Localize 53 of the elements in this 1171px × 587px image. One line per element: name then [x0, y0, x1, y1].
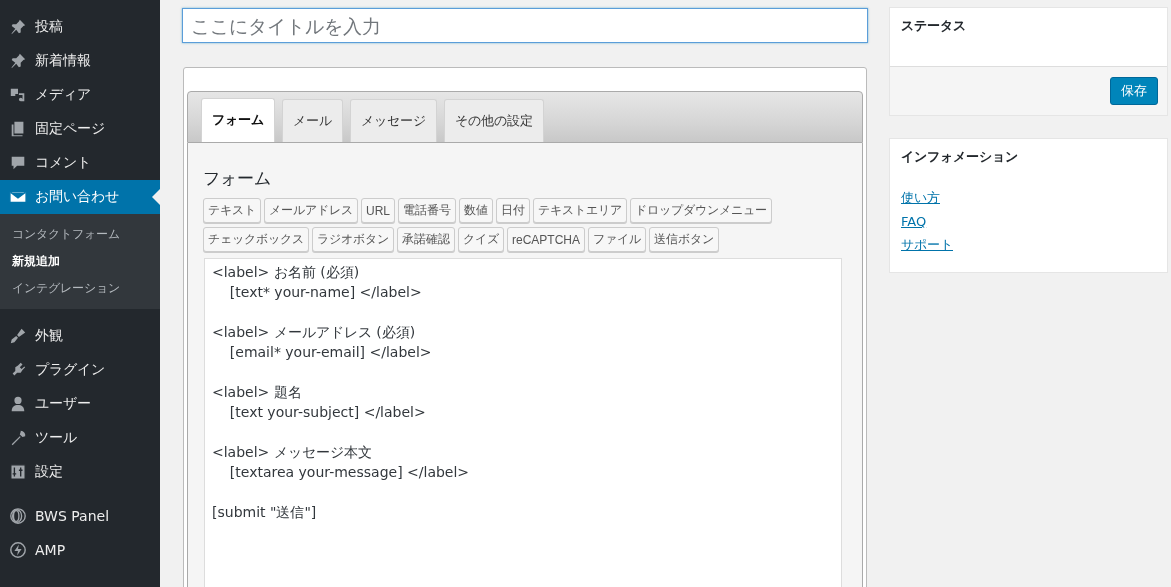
tag-button[interactable]: チェックボックス — [203, 227, 309, 252]
menu-item[interactable]: コメント — [0, 146, 160, 180]
panel-heading: フォーム — [203, 167, 272, 190]
help-link[interactable]: 使い方 — [901, 189, 940, 207]
save-button[interactable]: 保存 — [1110, 77, 1158, 105]
menu-item[interactable]: ツール — [0, 421, 160, 455]
tab[interactable]: その他の設定 — [444, 99, 544, 142]
submenu-item[interactable]: 新規追加 — [0, 248, 160, 275]
bolt-icon — [9, 541, 27, 559]
tag-button[interactable]: ラジオボタン — [312, 227, 394, 252]
pin-icon — [9, 18, 27, 36]
tag-button[interactable]: テキストエリア — [533, 198, 627, 223]
tag-button[interactable]: クイズ — [458, 227, 504, 252]
box-title: ステータス — [900, 17, 967, 35]
tag-button[interactable]: メールアドレス — [264, 198, 358, 223]
form-code-field[interactable]: <label> お名前 (必須) [text* your-name] </label> <label> メールアドレス (必須) [email* your-email] </label> <label> 題名 [text your-subject] </label> <label> メッセージ本文 [textarea your-message] </label> [submit "送信"] — [204, 258, 842, 587]
submenu-item[interactable]: コンタクトフォーム — [0, 221, 160, 248]
help-link[interactable]: サポート — [901, 236, 953, 254]
title-field[interactable]: ここにタイトルを入力 — [182, 8, 868, 43]
pin-icon — [9, 52, 27, 70]
tag-button[interactable]: 数値 — [459, 198, 493, 223]
tab[interactable]: メッセージ — [350, 99, 437, 142]
tag-button[interactable]: 電話番号 — [398, 198, 456, 223]
brush-icon — [9, 327, 27, 345]
help-link[interactable]: FAQ — [901, 214, 927, 229]
media-icon — [9, 86, 27, 104]
sliders-icon — [9, 463, 27, 481]
menu-item[interactable]: AMP — [0, 533, 160, 567]
menu-item[interactable]: 固定ページ — [0, 112, 160, 146]
menu-item[interactable]: プラグイン — [0, 353, 160, 387]
submenu-item[interactable]: インテグレーション — [0, 275, 160, 302]
box-title: インフォメーション — [900, 148, 1019, 166]
tag-button[interactable]: 日付 — [496, 198, 530, 223]
menu-item[interactable]: ユーザー — [0, 387, 160, 421]
menu-item[interactable]: 設定 — [0, 455, 160, 489]
tag-button[interactable]: ファイル — [588, 227, 646, 252]
tab[interactable]: メール — [282, 99, 343, 142]
wrench-icon — [9, 429, 27, 447]
menu-item[interactable]: BWS Panel — [0, 499, 160, 533]
tab[interactable]: フォーム — [201, 98, 275, 142]
menu-item[interactable]: 外観 — [0, 319, 160, 353]
tag-button[interactable]: reCAPTCHA — [507, 227, 585, 252]
tag-button[interactable]: 送信ボタン — [649, 227, 719, 252]
menu-item[interactable]: メディア — [0, 78, 160, 112]
tag-button[interactable]: URL — [361, 198, 395, 223]
rings-icon — [9, 507, 27, 525]
tag-button[interactable]: ドロップダウンメニュー — [630, 198, 772, 223]
tag-button[interactable]: 承諾確認 — [397, 227, 455, 252]
menu-item[interactable]: 新着情報 — [0, 44, 160, 78]
tag-button[interactable]: テキスト — [203, 198, 261, 223]
user-icon — [9, 395, 27, 413]
menu-item[interactable]: 投稿 — [0, 10, 160, 44]
menu-item[interactable]: お問い合わせ — [0, 180, 160, 214]
